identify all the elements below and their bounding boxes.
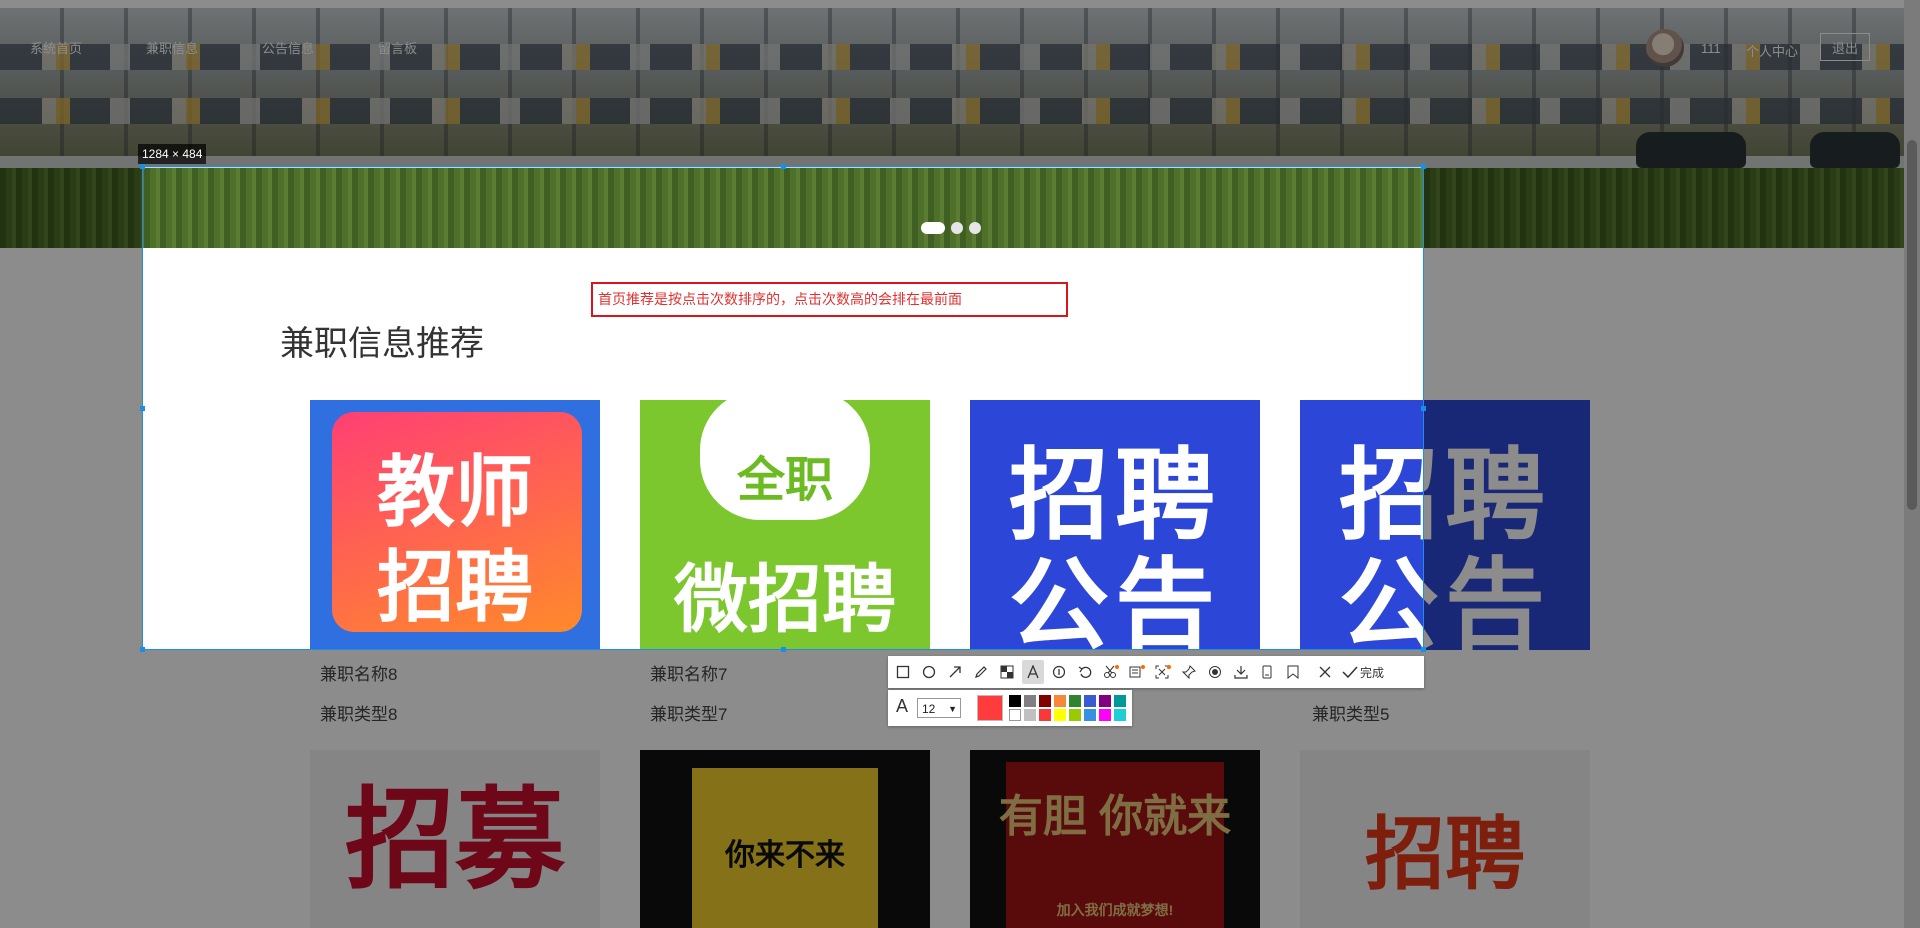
resize-handle[interactable]	[781, 647, 786, 652]
scroll-capture-icon[interactable]	[1152, 660, 1174, 684]
bookmark-icon[interactable]	[1282, 660, 1304, 684]
color-swatch[interactable]	[1069, 695, 1081, 707]
font-size-select[interactable]: 12 ▼	[917, 698, 961, 718]
current-color-swatch[interactable]	[977, 695, 1003, 721]
color-swatch[interactable]	[1039, 709, 1051, 721]
undo-icon[interactable]	[1074, 660, 1096, 684]
arrow-icon[interactable]	[944, 660, 966, 684]
color-swatch[interactable]	[1009, 695, 1021, 707]
resize-handle[interactable]	[140, 647, 145, 652]
resize-handle[interactable]	[1421, 164, 1426, 169]
color-swatch[interactable]	[1054, 709, 1066, 721]
resize-handle[interactable]	[1421, 647, 1426, 652]
color-swatch[interactable]	[1069, 709, 1081, 721]
font-size-value: 12	[922, 702, 936, 716]
chevron-down-icon: ▼	[948, 704, 957, 714]
resize-handle[interactable]	[1421, 406, 1426, 411]
resize-handle[interactable]	[781, 164, 786, 169]
screenshot-toolbar: 完成	[888, 656, 1424, 688]
screenshot-dim-overlay	[0, 166, 142, 650]
color-swatch[interactable]	[1054, 695, 1066, 707]
color-swatch[interactable]	[1114, 709, 1126, 721]
screenshot-dim-overlay	[1424, 166, 1920, 650]
serial-number-icon[interactable]	[1048, 660, 1070, 684]
ocr-icon[interactable]	[1126, 660, 1148, 684]
rectangle-icon[interactable]	[892, 660, 914, 684]
resize-handle[interactable]	[140, 164, 145, 169]
done-label: 完成	[1360, 665, 1385, 680]
capture-size-label: 1284 × 484	[138, 144, 207, 164]
mosaic-icon[interactable]	[996, 660, 1018, 684]
cut-icon[interactable]	[1100, 660, 1122, 684]
color-swatch[interactable]	[1039, 695, 1051, 707]
text-annotation[interactable]: 首页推荐是按点击次数排序的，点击次数高的会排在最前面	[591, 282, 1068, 317]
save-icon[interactable]	[1256, 660, 1278, 684]
color-swatch[interactable]	[1024, 709, 1036, 721]
record-icon[interactable]	[1204, 660, 1226, 684]
download-icon[interactable]	[1230, 660, 1252, 684]
done-button[interactable]: 完成	[1342, 664, 1384, 681]
scrollbar-thumb[interactable]	[1907, 140, 1917, 510]
font-size-icon: A	[896, 696, 909, 716]
color-swatch[interactable]	[1024, 695, 1036, 707]
color-swatch[interactable]	[1084, 695, 1096, 707]
ellipse-icon[interactable]	[918, 660, 940, 684]
color-swatch[interactable]	[1099, 695, 1111, 707]
pen-icon[interactable]	[970, 660, 992, 684]
resize-handle[interactable]	[140, 406, 145, 411]
color-swatch[interactable]	[1099, 709, 1111, 721]
cancel-icon[interactable]	[1314, 660, 1336, 684]
color-swatch[interactable]	[1009, 709, 1021, 721]
text-icon[interactable]	[1022, 660, 1044, 684]
done-icon	[1342, 666, 1358, 679]
text-options-panel: A 12 ▼	[888, 690, 1132, 726]
color-swatch[interactable]	[1114, 695, 1126, 707]
capture-selection[interactable]	[142, 166, 1424, 650]
pin-icon[interactable]	[1178, 660, 1200, 684]
screenshot-dim-overlay	[0, 0, 1920, 166]
color-swatch[interactable]	[1084, 709, 1096, 721]
